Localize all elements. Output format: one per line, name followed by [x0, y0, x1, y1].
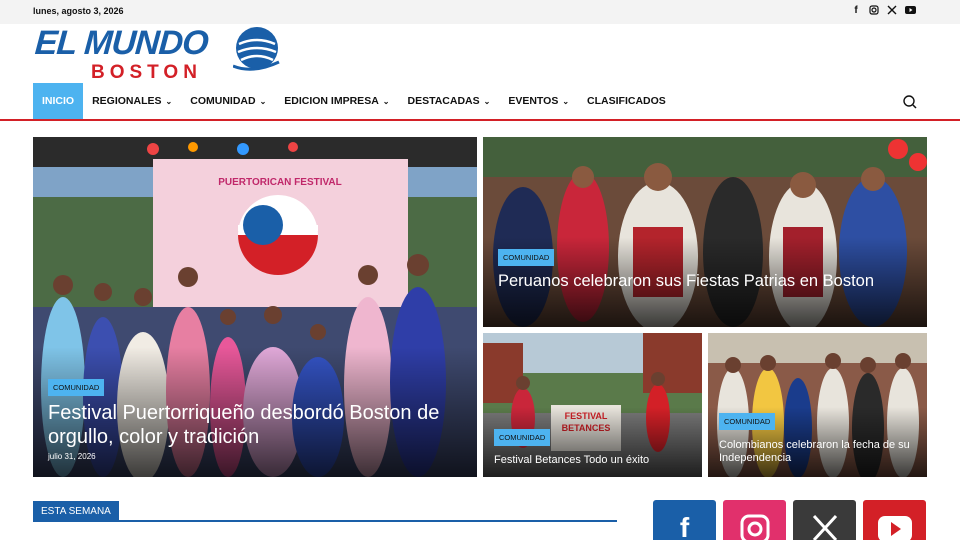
youtube-icon[interactable] [905, 5, 916, 17]
top-bar: lunes, agosto 3, 2026 f [0, 0, 960, 24]
facebook-icon: f [679, 512, 690, 540]
nav-item-clasificados[interactable]: CLASIFICADOS [578, 83, 675, 119]
search-icon[interactable] [902, 94, 918, 110]
nav-item-regionales[interactable]: REGIONALES ⌄ [83, 83, 181, 119]
x-icon[interactable] [887, 5, 897, 17]
featured-article-4[interactable]: COMUNIDAD Colombianos celebraron la fech… [708, 333, 927, 477]
svg-text:PUERTORICAN FESTIVAL: PUERTORICAN FESTIVAL [218, 177, 342, 188]
nav-divider [0, 119, 960, 121]
section-divider [33, 520, 617, 522]
site-logo[interactable]: EL MUNDO BOSTON [33, 24, 283, 84]
chevron-down-icon: ⌄ [562, 96, 570, 106]
instagram-icon [740, 500, 770, 540]
featured-article-3[interactable]: FESTIVAL BETANCES COMUNIDAD Festival Bet… [483, 333, 702, 477]
featured-article-main[interactable]: PUERTORICAN FESTIVAL COMUNIDAD Festival … [33, 137, 477, 477]
facebook-tile[interactable]: f [653, 500, 716, 540]
nav-item-edicion-impresa[interactable]: EDICION IMPRESA ⌄ [275, 83, 398, 119]
category-badge[interactable]: COMUNIDAD [719, 413, 776, 430]
article-title[interactable]: Festival Puertorriqueño desbordó Boston … [48, 401, 448, 450]
article-title[interactable]: Colombianos celebraron la fecha de su In… [719, 439, 919, 466]
logo-subtitle: BOSTON [91, 62, 202, 83]
article-date: julio 31, 2026 [48, 452, 96, 461]
logo-title: EL MUNDO [33, 24, 210, 62]
category-badge[interactable]: COMUNIDAD [48, 379, 105, 396]
youtube-tile[interactable] [863, 500, 926, 540]
chevron-down-icon: ⌄ [483, 96, 491, 106]
featured-article-2[interactable]: COMUNIDAD Peruanos celebraron sus Fiesta… [483, 137, 927, 327]
article-title[interactable]: Festival Betances Todo un éxito [494, 454, 694, 467]
chevron-down-icon: ⌄ [259, 96, 267, 106]
instagram-icon[interactable] [869, 5, 879, 17]
article-title[interactable]: Peruanos celebraron sus Fiestas Patrias … [498, 271, 898, 291]
current-date: lunes, agosto 3, 2026 [33, 6, 124, 16]
nav-item-inicio[interactable]: INICIO [33, 83, 84, 119]
chevron-down-icon: ⌄ [382, 96, 390, 106]
youtube-icon [877, 500, 912, 540]
nav-item-eventos[interactable]: EVENTOS ⌄ [499, 83, 578, 119]
category-badge[interactable]: COMUNIDAD [498, 249, 555, 266]
facebook-icon[interactable]: f [851, 5, 861, 17]
section-heading: ESTA SEMANA [33, 501, 119, 522]
x-icon [811, 500, 839, 540]
globe-icon [233, 27, 280, 71]
main-nav: INICIO REGIONALES ⌄ COMUNIDAD ⌄ EDICION IM… [33, 83, 675, 119]
instagram-tile[interactable] [723, 500, 786, 540]
top-social-links: f [851, 5, 916, 17]
nav-item-comunidad[interactable]: COMUNIDAD ⌄ [181, 83, 275, 119]
category-badge[interactable]: COMUNIDAD [494, 429, 551, 446]
nav-item-destacadas[interactable]: DESTACADAS ⌄ [398, 83, 499, 119]
x-tile[interactable] [793, 500, 856, 540]
chevron-down-icon: ⌄ [165, 96, 173, 106]
